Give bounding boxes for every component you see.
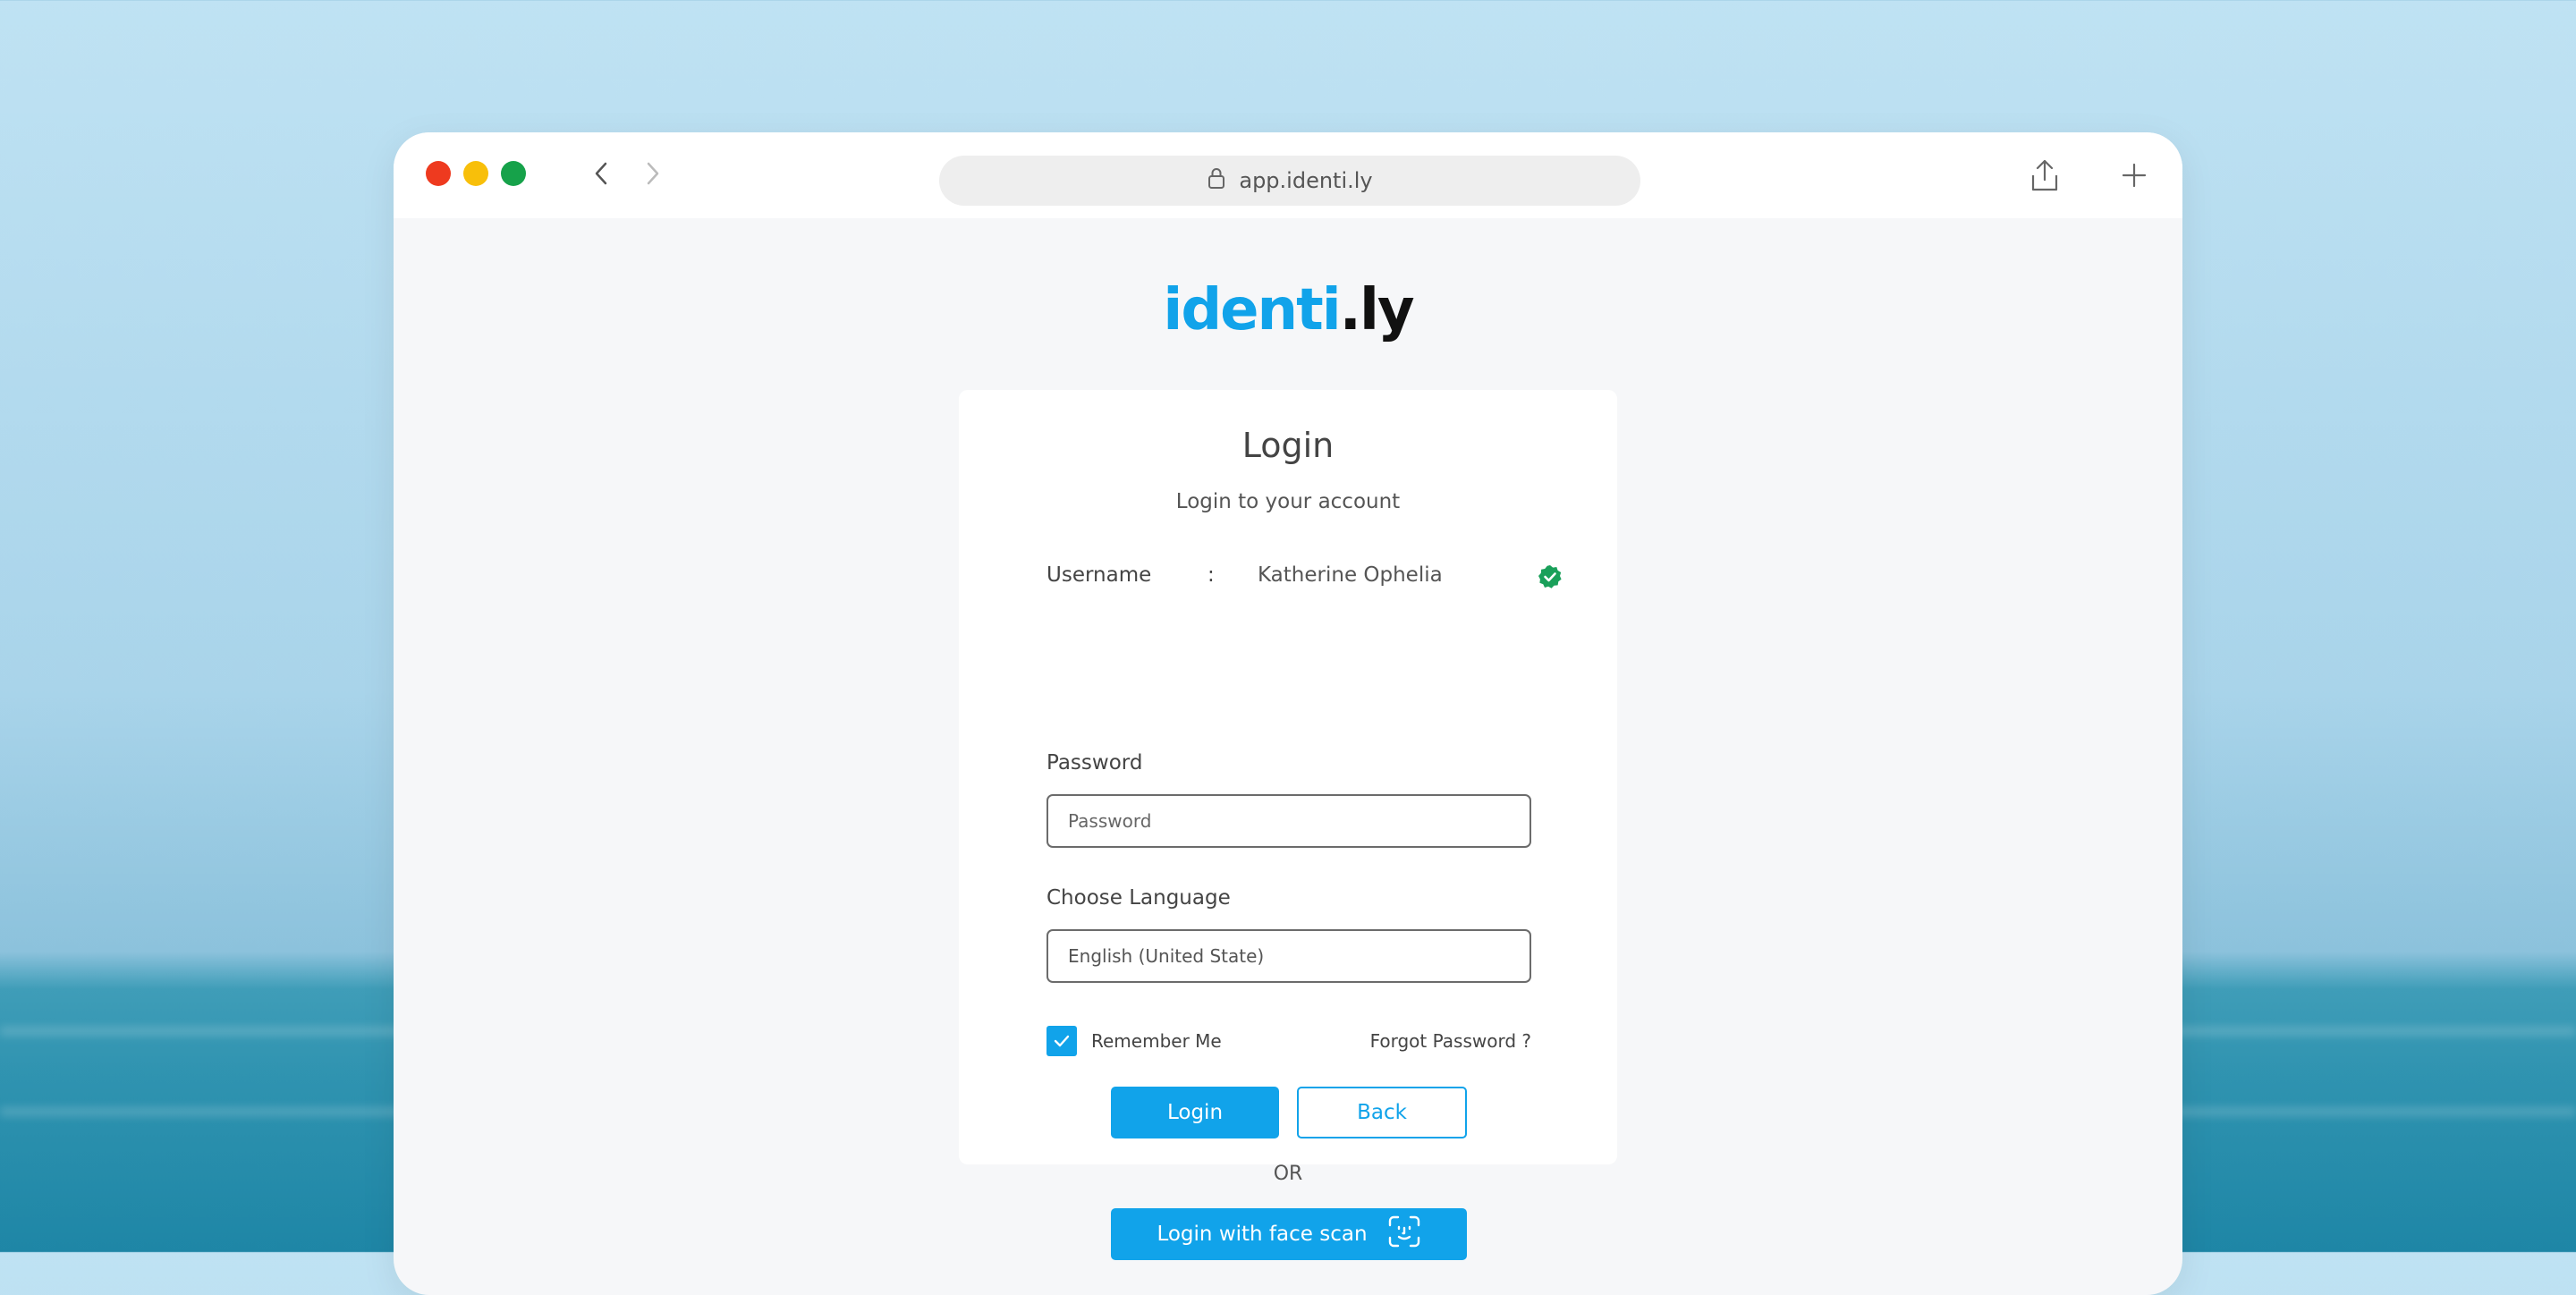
verified-badge-icon bbox=[1537, 563, 1563, 590]
username-value: Katherine Ophelia bbox=[1258, 563, 1443, 587]
login-title: Login bbox=[1241, 426, 1335, 465]
login-card: Login Login to your account Username : K… bbox=[959, 390, 1617, 1260]
chevron-left-icon[interactable] bbox=[583, 156, 619, 191]
back-button-label: Back bbox=[1357, 1101, 1407, 1124]
plus-icon[interactable] bbox=[2114, 156, 2154, 195]
identily-logo: identi.ly bbox=[394, 277, 2182, 343]
browser-window: app.identi.ly identi.ly Login Login to y… bbox=[394, 132, 2182, 1295]
browser-toolbar: app.identi.ly bbox=[394, 132, 2182, 218]
lock-icon bbox=[1207, 166, 1226, 195]
remember-me-checkbox[interactable] bbox=[1046, 1026, 1077, 1056]
share-icon[interactable] bbox=[2025, 156, 2064, 195]
face-scan-login-button[interactable]: Login with face scan bbox=[1111, 1208, 1467, 1260]
back-button[interactable]: Back bbox=[1297, 1087, 1467, 1138]
address-bar[interactable]: app.identi.ly bbox=[939, 156, 1640, 206]
checkmark-icon bbox=[1054, 1035, 1070, 1047]
language-select[interactable]: English (United State) bbox=[1046, 929, 1531, 983]
language-select-value: English (United State) bbox=[1068, 945, 1265, 967]
close-window-button[interactable] bbox=[426, 161, 451, 186]
username-row: Username : Katherine Ophelia bbox=[1046, 556, 1562, 596]
login-button[interactable]: Login bbox=[1111, 1087, 1279, 1138]
chevron-right-icon[interactable] bbox=[635, 156, 671, 191]
minimize-window-button[interactable] bbox=[463, 161, 488, 186]
password-input[interactable] bbox=[1046, 794, 1531, 848]
login-button-label: Login bbox=[1166, 1101, 1224, 1124]
url-text: app.identi.ly bbox=[1239, 168, 1373, 193]
logo-text-secondary: .ly bbox=[1339, 277, 1415, 343]
face-scan-icon bbox=[1387, 1215, 1421, 1254]
logo-text-primary: identi bbox=[1163, 277, 1341, 343]
face-scan-button-label: Login with face scan bbox=[1157, 1223, 1368, 1246]
username-separator: : bbox=[1208, 563, 1215, 587]
or-divider-text: OR bbox=[1273, 1163, 1303, 1185]
forgot-password-link[interactable]: Forgot Password ? bbox=[1370, 1030, 1531, 1052]
maximize-window-button[interactable] bbox=[501, 161, 526, 186]
password-label: Password bbox=[1046, 751, 1143, 774]
remember-me-label[interactable]: Remember Me bbox=[1091, 1030, 1222, 1052]
username-label: Username bbox=[1046, 563, 1152, 587]
language-label: Choose Language bbox=[1046, 886, 1231, 910]
login-subtitle: Login to your account bbox=[1175, 490, 1401, 513]
